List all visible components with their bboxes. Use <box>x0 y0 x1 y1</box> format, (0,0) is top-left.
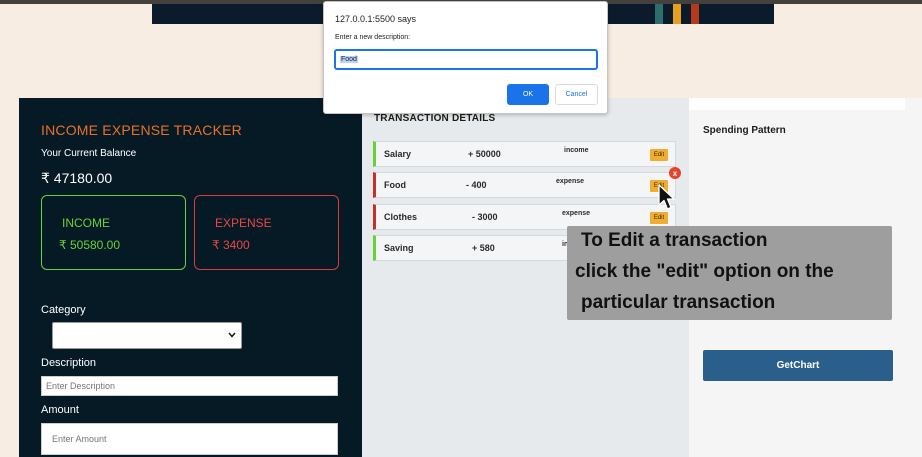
tooltip-line-1: To Edit a transaction <box>581 230 768 251</box>
transaction-type: expense <box>556 178 585 185</box>
transaction-amount: + 50000 <box>468 149 501 159</box>
dialog-input-value: Food <box>340 56 358 63</box>
chart-panel-header <box>689 98 905 110</box>
mouse-pointer-icon <box>657 184 679 212</box>
expense-card: EXPENSE ₹ 3400 <box>194 195 339 270</box>
prompt-dialog: 127.0.0.1:5500 says Enter a new descript… <box>323 1 608 114</box>
transaction-row-salary: Salary + 50000 income Edit <box>373 141 676 167</box>
transaction-type: income <box>564 147 589 154</box>
description-label: Description <box>41 357 97 369</box>
tooltip-line-2: click the "edit" option on the <box>575 261 834 282</box>
tooltip-line-3: particular transaction <box>581 292 776 313</box>
dialog-origin: 127.0.0.1:5500 says <box>335 14 417 24</box>
balance-value: ₹ 47180.00 <box>41 170 113 186</box>
category-label: Category <box>41 304 86 316</box>
transaction-type: expense <box>562 210 591 217</box>
ok-button[interactable]: OK <box>507 84 549 105</box>
edit-button[interactable]: Edit <box>650 149 668 161</box>
balance-label: Your Current Balance <box>41 148 137 159</box>
expense-label: EXPENSE <box>215 216 272 230</box>
category-select[interactable] <box>52 322 242 349</box>
banner-stripe-3 <box>691 4 699 24</box>
instruction-tooltip: To Edit a transaction click the "edit" o… <box>567 226 892 320</box>
spending-pattern-title: Spending Pattern <box>703 125 786 136</box>
dialog-message: Enter a new description: <box>335 34 411 41</box>
income-label: INCOME <box>62 216 110 230</box>
transaction-name: Clothes <box>384 212 418 222</box>
dialog-input[interactable]: Food <box>334 49 598 70</box>
transactions-title: TRANSACTION DETAILS <box>374 113 496 124</box>
amount-label: Amount <box>41 404 79 416</box>
transaction-amount: + 580 <box>472 243 495 253</box>
description-input[interactable]: Enter Description <box>41 376 338 396</box>
transaction-amount: - 400 <box>466 180 487 190</box>
transaction-row-food: Food - 400 expense Edit <box>373 172 676 198</box>
transaction-amount: - 3000 <box>472 212 498 222</box>
transaction-name: Salary <box>384 149 412 159</box>
get-chart-button[interactable]: GetChart <box>703 350 893 381</box>
transaction-name: Saving <box>384 243 414 253</box>
income-value: ₹ 50580.00 <box>59 238 121 252</box>
amount-input[interactable]: Enter Amount <box>41 423 338 455</box>
banner-stripe-1 <box>655 4 663 24</box>
expense-value: ₹ 3400 <box>212 238 250 252</box>
transaction-name: Food <box>384 180 406 190</box>
chevron-down-icon <box>228 330 236 340</box>
cancel-button[interactable]: Cancel <box>555 84 598 105</box>
edit-button[interactable]: Edit <box>650 212 668 224</box>
income-card: INCOME ₹ 50580.00 <box>41 195 186 270</box>
banner-stripe-2 <box>673 4 681 24</box>
delete-button[interactable]: x <box>669 167 681 179</box>
app-title: INCOME EXPENSE TRACKER <box>41 122 242 138</box>
tracker-panel: INCOME EXPENSE TRACKER Your Current Bala… <box>19 98 362 457</box>
